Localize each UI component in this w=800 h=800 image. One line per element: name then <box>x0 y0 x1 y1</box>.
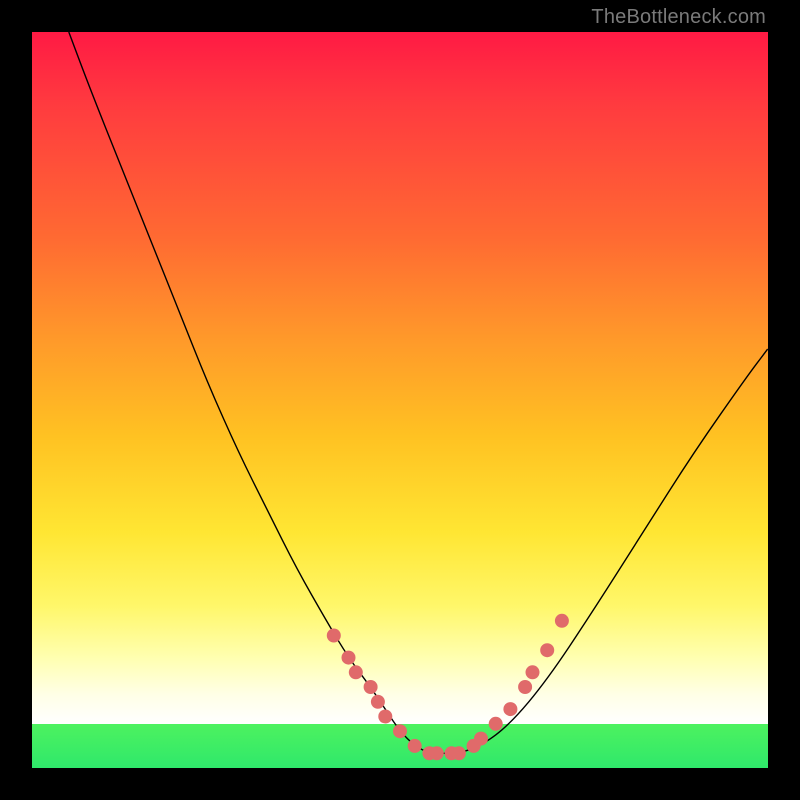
highlight-dot <box>408 739 422 753</box>
highlight-dot <box>540 643 554 657</box>
watermark-text: TheBottleneck.com <box>591 6 766 29</box>
highlight-dot <box>489 717 503 731</box>
highlight-dot <box>526 665 540 679</box>
highlight-dot <box>518 680 532 694</box>
highlight-dot <box>452 746 466 760</box>
highlight-dots-group <box>327 614 569 761</box>
highlight-dot <box>327 629 341 643</box>
highlight-dot <box>555 614 569 628</box>
bottleneck-curve <box>69 32 768 753</box>
chart-svg <box>32 32 768 768</box>
highlight-dot <box>393 724 407 738</box>
highlight-dot <box>430 746 444 760</box>
outer-black-frame: TheBottleneck.com <box>0 0 800 800</box>
plot-area <box>32 32 768 768</box>
highlight-dot <box>371 695 385 709</box>
highlight-dot <box>364 680 378 694</box>
highlight-dot <box>503 702 517 716</box>
highlight-dot <box>342 651 356 665</box>
highlight-dot <box>378 710 392 724</box>
highlight-dot <box>349 665 363 679</box>
highlight-dot <box>474 732 488 746</box>
